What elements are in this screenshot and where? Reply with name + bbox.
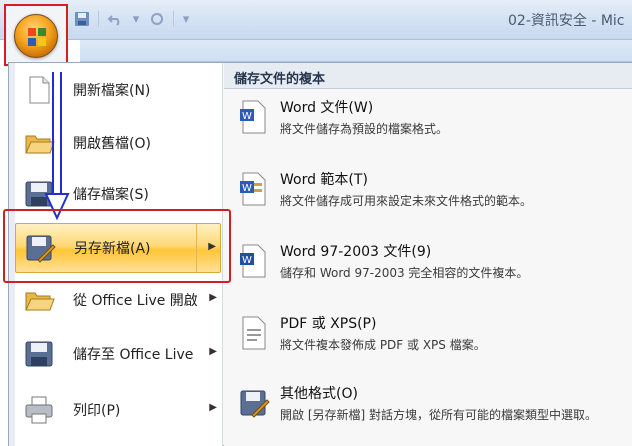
toolbar-separator [98,11,99,27]
submenu-arrow-icon: ▶ [209,402,217,413]
save-option-desc: 將文件儲存成可用來設定未來文件格式的範本。 [280,194,533,208]
word-document-icon: W [240,100,266,134]
save-option-title: Word 範本(T) [280,172,368,188]
menu-item-label: 列印(P) [73,403,121,419]
submenu-arrow-icon: ▶ [209,292,217,303]
print-icon [25,396,53,424]
save-option-pdf-xps[interactable]: PDF 或 XPS(P) 將文件複本發佈成 PDF 或 XPS 檔案。 [224,313,632,354]
other-formats-icon [240,390,270,418]
toolbar-separator [173,11,174,27]
word-template-icon: W [240,172,266,206]
submenu-arrow-icon: ▶ [209,346,217,357]
svg-text:W: W [242,183,252,194]
save-option-other-formats[interactable]: 其他格式(O) 開啟 [另存新檔] 對話方塊，從所有可能的檔案類型中選取。 [224,383,632,424]
pdf-xps-icon [242,316,266,350]
save-option-word-template[interactable]: W Word 範本(T) 將文件儲存成可用來設定未來文件格式的範本。 [224,169,632,210]
save-icon[interactable] [72,9,92,29]
save-as-submenu: 儲存文件的複本 W Word 文件(W) 將文件儲存為預設的檔案格式。 W Wo… [224,63,632,446]
menu-item-label: 開新檔案(N) [73,83,151,99]
save-option-title: 其他格式(O) [280,386,358,402]
save-option-desc: 將文件複本發佈成 PDF 或 XPS 檔案。 [280,338,486,352]
open-folder-icon [25,292,55,311]
word-97-2003-icon: W [240,244,266,278]
undo-icon[interactable] [105,9,125,29]
svg-text:W: W [242,255,252,266]
svg-text:W: W [242,111,252,122]
quick-access-toolbar: ▾ ▾ [72,8,192,30]
submenu-header: 儲存文件的複本 [224,63,632,89]
ribbon-strip [80,40,632,62]
redo-icon[interactable] [147,9,167,29]
save-option-desc: 將文件儲存為預設的檔案格式。 [280,122,449,136]
save-option-title: Word 97-2003 文件(9) [280,244,432,260]
menu-item-label: 儲存至 Office Live [73,347,194,363]
save-icon [25,341,53,367]
title-bar: ▾ ▾ 02-資訊安全 - Mic [0,0,632,40]
save-option-title: PDF 或 XPS(P) [280,316,377,332]
menu-item-save-office-live[interactable]: 儲存至 Office Live ▶ [15,329,221,379]
window-title: 02-資訊安全 - Mic [508,13,625,29]
menu-item-label: 儲存檔案(S) [73,187,149,203]
menu-item-label: 開啟舊檔(O) [73,136,151,152]
office-orb-icon [14,14,58,58]
office-button[interactable] [4,4,68,66]
menu-item-print[interactable]: 列印(P) ▶ [15,385,221,435]
customize-toolbar-icon[interactable]: ▾ [180,9,192,29]
save-option-desc: 儲存和 Word 97-2003 完全相容的文件複本。 [280,266,529,280]
annotation-arrow-icon [44,72,70,221]
menu-item-label: 從 Office Live 開啟 [73,293,198,309]
save-option-word-document[interactable]: W Word 文件(W) 將文件儲存為預設的檔案格式。 [224,97,632,138]
save-option-title: Word 文件(W) [280,100,374,116]
undo-dropdown-icon[interactable]: ▾ [131,9,141,29]
annotation-highlight-box [3,209,231,283]
save-option-word-97-2003[interactable]: W Word 97-2003 文件(9) 儲存和 Word 97-2003 完全… [224,241,632,282]
save-option-desc: 開啟 [另存新檔] 對話方塊，從所有可能的檔案類型中選取。 [280,408,597,422]
